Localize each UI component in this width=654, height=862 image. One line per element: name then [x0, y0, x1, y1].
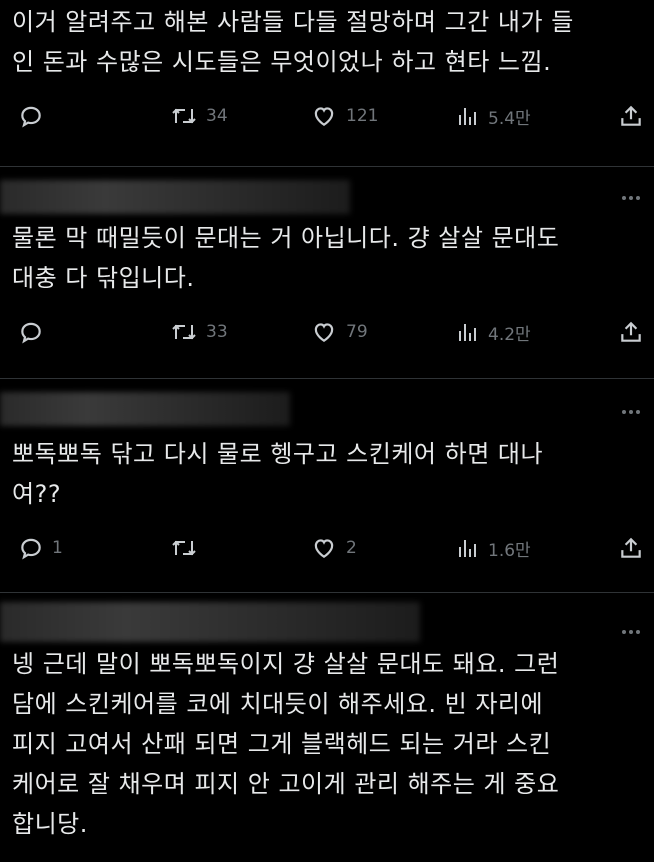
more-icon[interactable] [622, 196, 640, 200]
reply-button[interactable] [18, 96, 52, 136]
retweet-button[interactable] [170, 528, 206, 568]
views-count: 4.2만 [488, 324, 531, 345]
reply-icon [21, 538, 41, 560]
action-bar: 34 121 5.4만 [0, 96, 654, 136]
like-button[interactable]: 79 [310, 312, 368, 352]
views-button[interactable]: 5.4만 [456, 96, 531, 136]
tweet-text-line: 뽀독뽀독 닦고 다시 물로 헹구고 스킨케어 하면 대나 [12, 440, 544, 468]
views-icon [459, 540, 476, 557]
heart-icon [314, 107, 334, 126]
retweet-icon [172, 324, 196, 340]
more-icon[interactable] [622, 410, 640, 414]
views-icon [459, 108, 476, 125]
retweet-button[interactable]: 34 [170, 96, 228, 136]
retweet-icon [172, 540, 196, 556]
like-button[interactable]: 2 [310, 528, 357, 568]
more-icon[interactable] [622, 630, 640, 634]
retweet-button[interactable]: 33 [170, 312, 228, 352]
tweet-text-line: 케어로 잘 채우며 피지 안 고이게 관리 해주는 게 중요 [12, 770, 560, 798]
retweet-icon [172, 108, 196, 124]
share-icon [621, 105, 641, 126]
tweet-text: 이거 알려주고 해본 사람들 다들 절망하며 그간 내가 들 인 돈과 수많은 … [12, 2, 642, 82]
like-count: 121 [346, 106, 379, 126]
like-button[interactable]: 121 [310, 96, 378, 136]
reply-button[interactable]: 1 [18, 528, 63, 568]
tweet-text-line: 물론 막 때밀듯이 문대는 거 아닙니다. 걍 살살 문대도 [12, 224, 560, 252]
tweet-divider [0, 378, 654, 379]
like-count: 79 [346, 322, 368, 342]
share-icon [621, 537, 641, 558]
views-button[interactable]: 1.6만 [456, 528, 531, 568]
tweet-text-line: 합니당. [12, 810, 88, 838]
reply-count: 1 [52, 538, 63, 558]
views-icon [459, 324, 476, 341]
heart-icon [314, 539, 334, 558]
views-count: 5.4만 [488, 108, 531, 129]
redacted-author [0, 602, 420, 642]
share-button[interactable] [618, 96, 644, 136]
reply-button[interactable] [18, 312, 52, 352]
views-count: 1.6만 [488, 540, 531, 561]
tweet-divider [0, 592, 654, 593]
tweet-text-line: 이거 알려주고 해본 사람들 다들 절망하며 그간 내가 들 [12, 8, 574, 36]
tweet-text: 뽀독뽀독 닦고 다시 물로 헹구고 스킨케어 하면 대나 여?? [12, 434, 642, 514]
views-button[interactable]: 4.2만 [456, 312, 531, 352]
tweet-text: 넹 근데 말이 뽀독뽀독이지 걍 살살 문대도 돼요. 그런 담에 스킨케어를 … [12, 644, 642, 844]
redacted-author [0, 392, 290, 426]
retweet-count: 34 [206, 106, 228, 126]
like-count: 2 [346, 538, 357, 558]
tweet-text-line: 대충 다 닦입니다. [12, 264, 195, 292]
reply-icon [21, 322, 41, 344]
tweet-text: 물론 막 때밀듯이 문대는 거 아닙니다. 걍 살살 문대도 대충 다 닦입니다… [12, 218, 642, 298]
retweet-count: 33 [206, 322, 228, 342]
redacted-author [0, 180, 350, 214]
share-button[interactable] [618, 312, 644, 352]
share-button[interactable] [618, 528, 644, 568]
tweet-text-line: 담에 스킨케어를 코에 치대듯이 해주세요. 빈 자리에 [12, 690, 544, 718]
tweet-divider [0, 166, 654, 167]
action-bar: 1 2 1.6만 [0, 528, 654, 568]
tweet-text-line: 여?? [12, 480, 62, 508]
tweet-text-line: 인 돈과 수많은 시도들은 무엇이었나 하고 현타 느낌. [12, 48, 552, 76]
action-bar: 33 79 4.2만 [0, 312, 654, 352]
tweet-text-line: 피지 고여서 산패 되면 그게 블랙헤드 되는 거라 스킨 [12, 730, 552, 758]
heart-icon [314, 323, 334, 342]
share-icon [621, 321, 641, 342]
reply-icon [21, 106, 41, 128]
tweet-text-line: 넹 근데 말이 뽀독뽀독이지 걍 살살 문대도 돼요. 그런 [12, 650, 560, 678]
